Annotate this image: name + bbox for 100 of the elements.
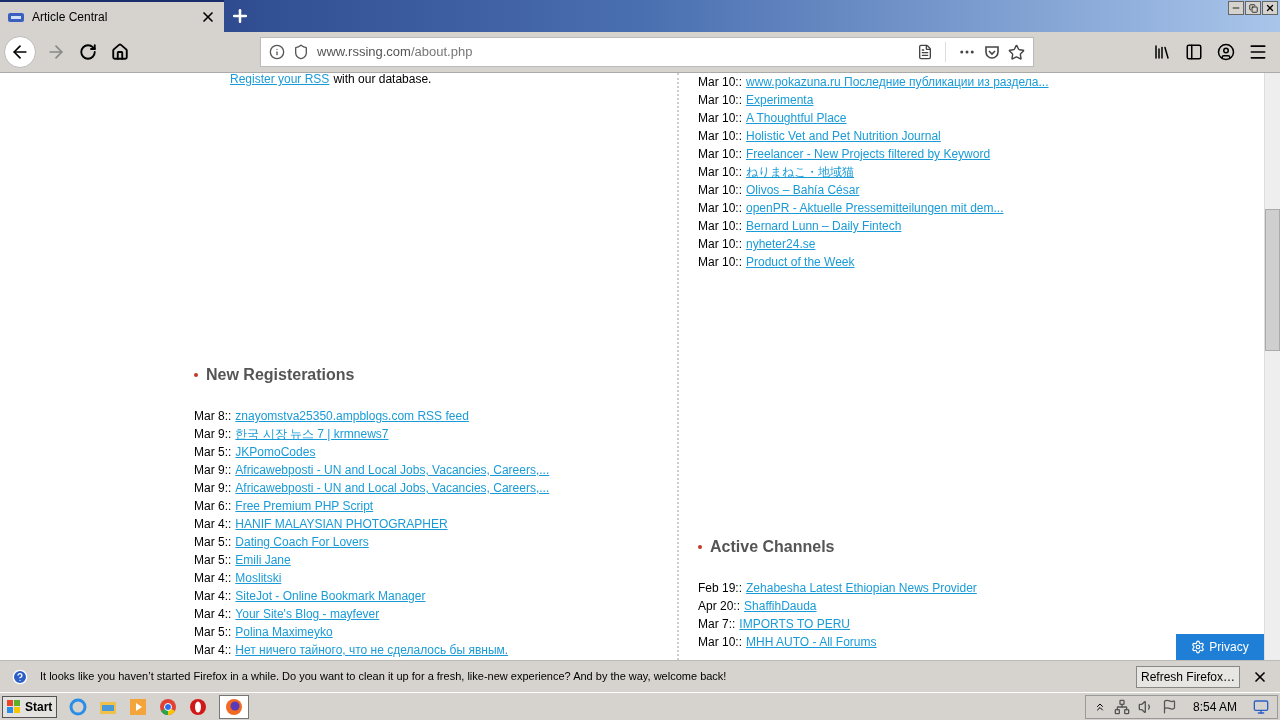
entry-link[interactable]: Product of the Week [746,253,855,271]
entry-date: Mar 9:: [194,462,232,479]
entry-link[interactable]: 한국 시장 뉴스 7 | krmnews7 [235,425,389,443]
start-button[interactable]: Start [2,695,58,718]
opera-icon[interactable] [189,697,208,716]
entry-date: Mar 4:: [194,606,232,623]
entry-date: Mar 10:: [698,164,742,181]
entry-date: Mar 10:: [698,182,742,199]
entry-link[interactable]: Нет ничего тайного, что не сделалось бы явным. [235,641,509,659]
bookmark-star-icon[interactable] [1008,43,1025,61]
show-desktop-icon[interactable] [1253,698,1269,715]
entry-link[interactable]: Emili Jane [235,551,291,569]
url-text: www.rssing.com/about.php [317,43,474,62]
restore-button[interactable] [1245,1,1261,15]
entry-date: Mar 10:: [698,218,742,235]
entry-date: Mar 7:: [698,616,736,633]
entry-link[interactable]: www.pokazuna.ru Последние публикации из раздела... [746,73,1049,91]
entry-link[interactable]: Your Site's Blog - mayfever [235,605,380,623]
entry-link[interactable]: Polina Maximeyko [235,623,333,641]
entry-link[interactable]: HANIF MALAYSIAN PHOTOGRAPHER [235,515,448,533]
entry-date: Mar 10:: [698,92,742,109]
entry-date: Mar 4:: [194,570,232,587]
home-icon [111,43,129,61]
entry-date: Apr 20:: [698,598,741,615]
address-bar[interactable]: www.rssing.com/about.php [260,37,1034,67]
entry-date: Mar 4:: [194,588,232,605]
entry-date: Mar 8:: [194,408,232,425]
network-icon[interactable] [1113,698,1130,715]
entry-date: Mar 6:: [194,498,232,515]
entry-date: Mar 5:: [194,552,232,569]
reload-icon [79,43,97,61]
entry-date: Mar 10:: [698,110,742,127]
bullet-icon [194,373,198,377]
entry-date: Mar 5:: [194,444,232,461]
entry-date: Mar 10:: [698,254,742,271]
clock[interactable]: 8:54 AM [1192,697,1237,716]
close-icon [1265,3,1275,13]
help-icon [12,668,28,685]
privacy-button[interactable]: Privacy [1176,634,1264,660]
entry-link[interactable]: openPR - Aktuelle Pressemitteilungen mit dem... [746,199,1004,217]
register-text: with our database. [333,73,432,88]
library-icon [1153,43,1171,61]
entry-link[interactable]: Olivos – Bahía César [746,181,860,199]
entry-date: Mar 10:: [698,634,742,651]
entry-link[interactable]: MHH AUTO - All Forums [746,633,877,651]
windows-logo-icon [7,699,21,714]
entry-date: Mar 10:: [698,74,742,91]
entry-date: Feb 19:: [698,580,743,597]
entry-link[interactable]: Freelancer - New Projects filtered by Keyword [746,145,991,163]
entry-date: Mar 5:: [194,624,232,641]
entry-date: Mar 10:: [698,128,742,145]
back-button[interactable] [4,36,36,68]
entry-link[interactable]: Moslitski [235,569,282,587]
notification-message: It looks like you haven’t started Firefox in a while. Do you want to clean it up for a fresh, like-new experience? And by the way, welcome back! [40,669,728,685]
entry-date: Mar 10:: [698,200,742,217]
section-heading: Active Channels [710,537,835,557]
new-tab-icon[interactable] [230,6,250,26]
reader-view-icon[interactable] [917,44,933,60]
entry-date: Mar 4:: [194,516,232,533]
restore-icon [1248,3,1258,13]
scrollbar[interactable] [1264,73,1280,660]
minimize-button[interactable] [1228,1,1244,15]
entry-link[interactable]: Zehabesha Latest Ethiopian News Provider [746,579,977,597]
entry-link[interactable]: Experimenta [746,91,814,109]
entry-link[interactable]: znayomstva25350.ampblogs.com RSS feed [235,407,469,425]
entry-link[interactable]: nyheter24.se [746,235,816,253]
chrome-icon[interactable] [159,697,178,716]
close-icon[interactable] [200,9,216,25]
browser-tab[interactable]: Article Central [0,0,224,32]
entry-date: Mar 9:: [194,426,232,443]
section-heading: New Registerations [206,365,355,385]
pocket-icon[interactable] [984,44,1000,60]
bullet-icon [698,545,702,549]
entry-link[interactable]: Bernard Lunn – Daily Fintech [746,217,902,235]
tab-title: Article Central [32,9,109,26]
entry-link[interactable]: A Thoughtful Place [746,109,847,127]
entry-link[interactable]: ShaffihDauda [744,597,817,615]
account-icon [1217,43,1235,61]
shield-icon[interactable] [293,44,309,60]
close-button[interactable] [1262,1,1278,15]
entry-link[interactable]: Africawebposti - UN and Local Jobs, Vacancies, Careers,... [235,461,550,479]
menu-icon [1248,42,1268,62]
entry-link[interactable]: JKPomoCodes [235,443,316,461]
entry-link[interactable]: IMPORTS TO PERU [739,615,851,633]
gear-icon [1191,640,1206,654]
firefox-taskbar-button[interactable] [219,694,250,719]
refresh-firefox-button[interactable]: Refresh Firefox… [1135,665,1240,688]
entry-link[interactable]: SiteJot - Online Bookmark Manager [235,587,426,605]
entry-date: Mar 9:: [194,480,232,497]
flag-icon[interactable] [1161,699,1177,714]
entry-link[interactable]: Africawebposti - UN and Local Jobs, Vacancies, Careers,... [235,479,550,497]
info-icon[interactable] [269,44,285,60]
register-link[interactable]: Register your RSS [230,73,330,88]
entry-date: Mar 4:: [194,642,232,659]
entry-link[interactable]: Dating Coach For Lovers [235,533,369,551]
sidebar-icon [1185,43,1203,61]
entry-link[interactable]: ねりまねこ・地域猫 [746,163,854,181]
entry-link[interactable]: Free Premium PHP Script [235,497,374,515]
entry-date: Mar 10:: [698,146,742,163]
entry-link[interactable]: Holistic Vet and Pet Nutrition Journal [746,127,941,145]
